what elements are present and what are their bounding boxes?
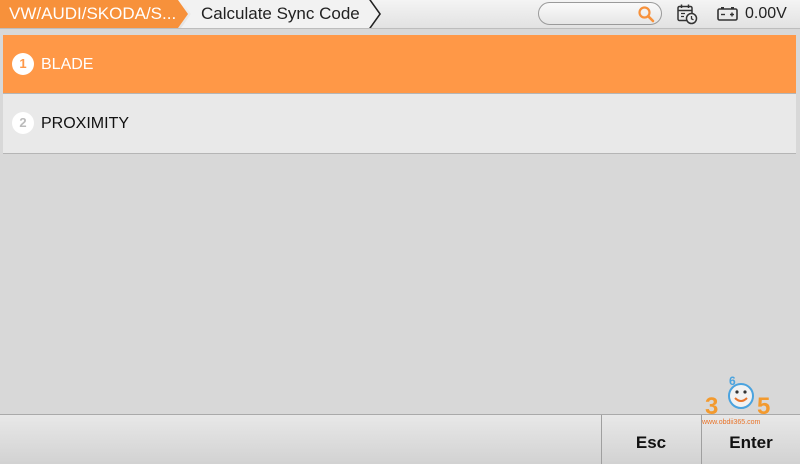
voltage-readout: 0.00V	[745, 5, 787, 22]
list-item-blade[interactable]: 1 BLADE	[3, 35, 796, 94]
battery-icon	[717, 7, 738, 21]
item-number-badge: 1	[12, 53, 34, 75]
watermark-digit: 6	[729, 376, 736, 388]
search-icon[interactable]	[637, 5, 655, 23]
search-input[interactable]	[547, 5, 641, 24]
top-bar: VW/AUDI/SKODA/S... Calculate Sync Code 0…	[0, 0, 800, 29]
list-item-label: PROXIMITY	[41, 115, 130, 132]
esc-button[interactable]: Esc	[601, 415, 700, 464]
breadcrumb-item-make[interactable]: VW/AUDI/SKODA/S...	[0, 0, 188, 28]
calendar-clock-icon[interactable]	[676, 3, 698, 25]
bottom-bar: Esc Enter	[0, 414, 800, 464]
search-box[interactable]	[538, 2, 662, 25]
app-window: VW/AUDI/SKODA/S... Calculate Sync Code 0…	[0, 0, 800, 464]
breadcrumb-item-function[interactable]: Calculate Sync Code	[181, 0, 379, 28]
list-item-proximity[interactable]: 2 PROXIMITY	[3, 94, 796, 154]
item-number-badge: 2	[12, 112, 34, 134]
enter-button[interactable]: Enter	[701, 415, 800, 464]
option-list: 1 BLADE 2 PROXIMITY	[3, 35, 796, 154]
list-item-label: BLADE	[41, 56, 94, 73]
